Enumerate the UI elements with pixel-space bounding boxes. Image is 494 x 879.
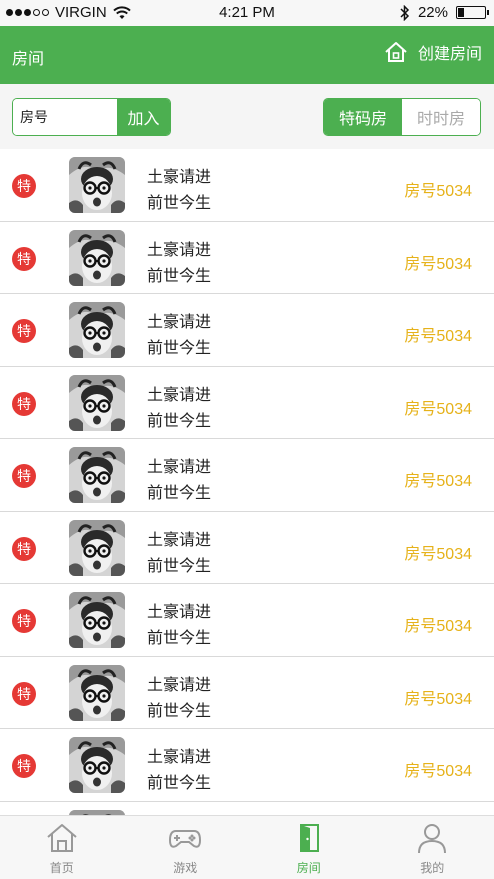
room-list-item[interactable]: 特 土豪请进 前世今生 房号5034: [0, 584, 494, 657]
room-list-item[interactable]: 特 土豪请进 前世今生 房号5034: [0, 221, 494, 294]
avatar-image: [69, 302, 125, 358]
avatar: [69, 302, 125, 358]
segment-special-room[interactable]: 特码房: [324, 99, 402, 135]
avatar: [69, 737, 125, 793]
join-button[interactable]: 加入: [117, 99, 170, 135]
home-icon: [47, 824, 77, 852]
room-subtitle: 前世今生: [147, 630, 212, 647]
room-list: 特 土豪请进 前世今生 房号5034 特 土豪请进 前世今生 房号5034 特 …: [0, 149, 494, 815]
room-number-input[interactable]: [13, 99, 117, 135]
room-list-item[interactable]: 特 土豪请进 前世今生 房号5034: [0, 366, 494, 439]
room-list-item[interactable]: 特 土豪请进 前世今生 房号5034: [0, 656, 494, 729]
room-search-group: 加入: [12, 98, 171, 136]
room-number: 房号5034: [404, 690, 472, 708]
room-name: 土豪请进: [147, 386, 212, 404]
room-number: 房号5034: [404, 183, 472, 200]
app-header: 房间 创建房间: [0, 26, 494, 84]
room-number: 房号5034: [404, 618, 472, 635]
tab-rooms-label: 房间: [296, 861, 321, 875]
special-badge: 特: [12, 391, 36, 416]
room-list-item[interactable]: 特 土豪请进 前世今生 房号5034: [0, 729, 494, 802]
avatar-image: [69, 447, 125, 503]
tab-home[interactable]: 首页: [0, 816, 124, 879]
room-list-item[interactable]: 特 土豪请进 前世今生 房号5034: [0, 801, 494, 815]
page-title: 房间: [12, 51, 45, 68]
battery-fill: [458, 8, 465, 17]
avatar: [69, 592, 125, 648]
avatar-image: [69, 157, 125, 213]
avatar: [69, 374, 125, 431]
room-name: 土豪请进: [147, 531, 212, 549]
tab-profile-label: 我的: [420, 861, 445, 875]
special-badge: 特: [12, 754, 36, 778]
room-name: 土豪请进: [147, 459, 212, 476]
room-subtitle: 前世今生: [147, 557, 212, 575]
toolbar: 加入 特码房 时时房: [0, 84, 494, 149]
room-number: 房号5034: [404, 763, 472, 780]
room-list-item[interactable]: 特 土豪请进 前世今生 房号5034: [0, 149, 494, 222]
status-right: 22%: [400, 4, 489, 21]
door-icon: [299, 824, 319, 852]
create-room-button[interactable]: 创建房间: [384, 40, 482, 64]
room-name: 土豪请进: [147, 604, 212, 621]
avatar: [69, 229, 125, 286]
special-badge: 特: [12, 246, 36, 271]
special-badge: 特: [12, 536, 36, 561]
special-badge: 特: [12, 464, 36, 488]
room-type-segment: 特码房 时时房: [323, 98, 481, 136]
room-list-item[interactable]: 特 土豪请进 前世今生 房号5034: [0, 439, 494, 512]
room-list-item[interactable]: 特 土豪请进 前世今生 房号5034: [0, 294, 494, 367]
tab-profile[interactable]: 我的: [371, 816, 494, 879]
tab-bar: 首页 游戏 房间 我的: [0, 815, 494, 879]
room-number: 房号5034: [404, 328, 472, 345]
room-number: 房号5034: [404, 473, 472, 490]
avatar-image: [69, 374, 125, 431]
room-number: 房号5034: [404, 545, 472, 563]
status-bar: VIRGIN 4:21 PM 22%: [0, 0, 494, 26]
house-icon: [385, 42, 407, 62]
room-subtitle: 前世今生: [147, 775, 212, 792]
room-name: 土豪请进: [147, 169, 212, 186]
avatar: [69, 157, 125, 213]
battery-icon: [456, 6, 489, 19]
avatar: [69, 519, 125, 576]
tab-games-label: 游戏: [173, 861, 198, 875]
bluetooth-icon: [400, 4, 410, 21]
avatar: [69, 447, 125, 503]
special-badge: 特: [12, 319, 36, 343]
tab-home-label: 首页: [49, 861, 74, 875]
room-list-item[interactable]: 特 土豪请进 前世今生 房号5034: [0, 511, 494, 584]
room-number: 房号5034: [404, 400, 472, 418]
avatar-image: [69, 229, 125, 286]
segment-timed-room[interactable]: 时时房: [402, 99, 480, 135]
avatar-image: [69, 737, 125, 793]
room-subtitle: 前世今生: [147, 485, 212, 502]
room-subtitle: 前世今生: [147, 195, 212, 212]
user-icon: [418, 824, 447, 854]
gamepad-icon: [169, 830, 202, 848]
special-badge: 特: [12, 174, 36, 198]
tab-rooms[interactable]: 房间: [247, 816, 371, 879]
special-badge: 特: [12, 609, 36, 633]
room-subtitle: 前世今生: [147, 267, 212, 285]
room-name: 土豪请进: [147, 314, 212, 331]
special-badge: 特: [12, 681, 36, 706]
avatar-image: [69, 664, 125, 721]
avatar: [69, 664, 125, 721]
room-subtitle: 前世今生: [147, 340, 212, 357]
avatar-image: [69, 519, 125, 576]
battery-percent: 22%: [417, 4, 448, 21]
room-number: 房号5034: [404, 255, 472, 273]
room-subtitle: 前世今生: [147, 412, 212, 430]
create-room-label: 创建房间: [417, 46, 482, 63]
room-name: 土豪请进: [147, 749, 212, 766]
tab-games[interactable]: 游戏: [124, 816, 248, 879]
room-name: 土豪请进: [147, 241, 212, 259]
room-name: 土豪请进: [147, 676, 212, 694]
room-subtitle: 前世今生: [147, 702, 212, 720]
avatar-image: [69, 592, 125, 648]
